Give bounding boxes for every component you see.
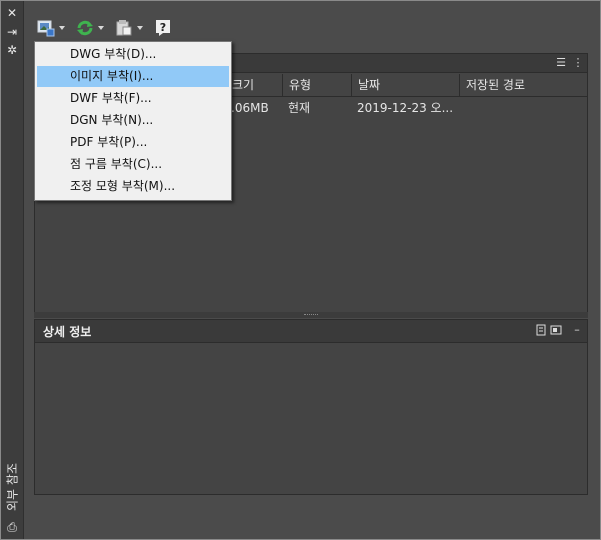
cell-size: .06MB bbox=[231, 101, 269, 115]
attach-image-icon bbox=[37, 19, 55, 37]
external-references-palette: ✕ ⇥ ✲ 외부 참조 ⎙ ? ☰ ⋮ 크기 유형 날짜 저장된 경로 .06M… bbox=[0, 0, 601, 540]
column-header-type[interactable]: 유형 bbox=[282, 74, 351, 96]
xref-icon: ⎙ bbox=[7, 520, 17, 534]
palette-title-bar: ✕ ⇥ ✲ 외부 참조 ⎙ bbox=[1, 1, 24, 539]
menu-item-attach-pdf[interactable]: PDF 부착(P)... bbox=[37, 132, 229, 153]
chevron-down-icon bbox=[137, 26, 143, 30]
column-header-saved-path[interactable]: 저장된 경로 bbox=[459, 74, 588, 96]
svg-text:?: ? bbox=[160, 21, 166, 34]
cell-type: 현재 bbox=[288, 101, 311, 115]
details-header: 상세 정보 – bbox=[35, 320, 587, 343]
menu-item-attach-image[interactable]: 이미지 부착(I)... bbox=[37, 66, 229, 87]
column-header-size[interactable]: 크기 bbox=[225, 74, 288, 96]
chevron-down-icon bbox=[59, 26, 65, 30]
attach-dropdown[interactable] bbox=[37, 17, 65, 39]
close-icon[interactable]: ✕ bbox=[5, 7, 19, 19]
change-path-icon bbox=[115, 19, 133, 37]
help-icon: ? bbox=[154, 19, 172, 37]
cell-saved-path bbox=[459, 97, 587, 119]
attach-menu: DWG 부착(D)... 이미지 부착(I)... DWF 부착(F)... D… bbox=[34, 41, 232, 201]
chevron-down-icon bbox=[98, 26, 104, 30]
splitter-grip bbox=[304, 314, 318, 317]
toolbar: ? bbox=[25, 13, 595, 41]
change-path-dropdown[interactable] bbox=[115, 17, 143, 39]
refresh-dropdown[interactable] bbox=[76, 17, 104, 39]
menu-item-attach-dwf[interactable]: DWF 부착(F)... bbox=[37, 88, 229, 109]
list-view-icon[interactable]: ☰ bbox=[555, 57, 567, 69]
preview-icon[interactable] bbox=[550, 324, 562, 336]
details-icon[interactable] bbox=[535, 324, 547, 336]
auto-hide-icon[interactable]: ⇥ bbox=[5, 26, 19, 38]
column-header-date[interactable]: 날짜 bbox=[351, 74, 462, 96]
refresh-icon bbox=[76, 19, 94, 37]
menu-item-attach-dgn[interactable]: DGN 부착(N)... bbox=[37, 110, 229, 131]
minimize-icon[interactable]: – bbox=[571, 324, 583, 336]
panel-splitter[interactable] bbox=[34, 312, 588, 318]
menu-item-attach-point-cloud[interactable]: 점 구름 부착(C)... bbox=[37, 154, 229, 175]
details-panel: 상세 정보 – bbox=[34, 319, 588, 495]
details-title: 상세 정보 bbox=[43, 325, 92, 339]
menu-item-attach-coordination-model[interactable]: 조정 모형 부착(M)... bbox=[37, 176, 229, 197]
palette-title: 외부 참조 bbox=[5, 463, 20, 511]
properties-icon[interactable]: ✲ bbox=[5, 44, 19, 56]
tree-view-icon[interactable]: ⋮ bbox=[572, 57, 584, 69]
cell-date: 2019-12-23 오... bbox=[357, 101, 454, 115]
help-button[interactable]: ? bbox=[154, 17, 172, 39]
menu-item-attach-dwg[interactable]: DWG 부착(D)... bbox=[37, 44, 229, 65]
